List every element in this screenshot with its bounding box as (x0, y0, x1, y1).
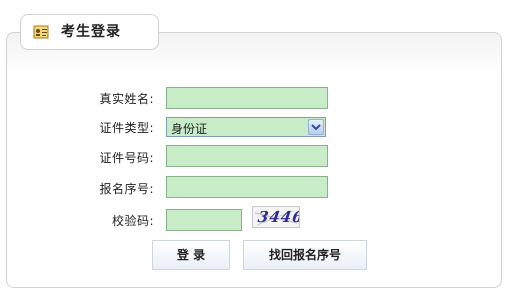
captcha-label: 校验码: (111, 214, 154, 228)
reg-number-label: 报名序号: (99, 182, 154, 196)
captcha-text: 3446 (256, 208, 300, 226)
name-input[interactable] (166, 87, 328, 109)
captcha-input[interactable] (166, 209, 242, 231)
name-label: 真实姓名: (99, 92, 154, 106)
id-card-icon (33, 24, 49, 40)
id-type-selected-value: 身份证 (171, 122, 208, 136)
id-type-select[interactable]: 身份证 (166, 117, 326, 137)
page-title: 考生登录 (61, 24, 121, 40)
chevron-down-icon[interactable] (308, 119, 324, 135)
login-button[interactable]: 登 录 (152, 240, 230, 270)
recover-reg-number-button[interactable]: 找回报名序号 (243, 240, 367, 270)
id-type-label: 证件类型: (99, 121, 154, 135)
id-number-label: 证件号码: (99, 151, 154, 165)
title-tab: 考生登录 (20, 14, 159, 50)
captcha-image[interactable]: 3446 (252, 206, 300, 228)
reg-number-input[interactable] (166, 176, 328, 198)
id-number-input[interactable] (166, 145, 328, 167)
